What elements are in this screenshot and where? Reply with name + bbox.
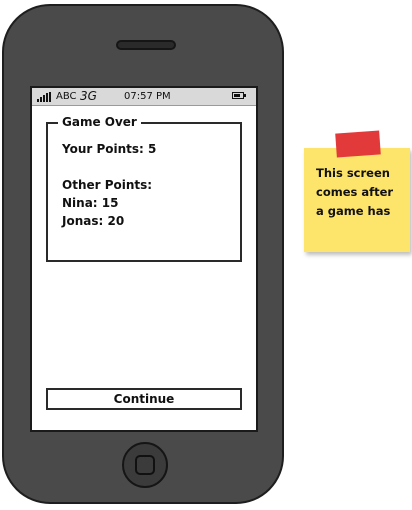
home-square-icon (135, 455, 155, 475)
player-score-nina: Nina: 15 (62, 196, 119, 210)
status-bar: ABC 3G 07:57 PM (32, 88, 256, 106)
note-line: a game has (316, 204, 391, 218)
your-points: Your Points: 5 (62, 142, 157, 156)
continue-button[interactable]: Continue (46, 388, 242, 410)
phone-frame: ABC 3G 07:57 PM Game Over Your Points: 5… (2, 4, 284, 504)
signal-strength-icon (37, 92, 53, 102)
status-time: 07:57 PM (124, 91, 171, 102)
network-type: 3G (80, 89, 97, 103)
battery-icon (232, 92, 246, 99)
panel-title: Game Over (58, 115, 141, 129)
tape-strip (335, 130, 381, 158)
home-button[interactable] (122, 442, 168, 488)
game-over-panel: Game Over Your Points: 5 Other Points: N… (46, 115, 242, 262)
other-points-label: Other Points: (62, 178, 153, 192)
note-line: comes after (316, 185, 394, 199)
player-score-jonas: Jonas: 20 (62, 214, 125, 228)
note-line: This screen (316, 166, 390, 180)
speaker-grille (116, 40, 176, 50)
sticky-note-text: This screen comes after a game has (316, 164, 404, 221)
sticky-note: This screen comes after a game has (304, 130, 410, 252)
panel-body: Your Points: 5 Other Points: Nina: 15 Jo… (62, 142, 156, 232)
carrier-name: ABC (56, 91, 77, 102)
phone-screen: ABC 3G 07:57 PM Game Over Your Points: 5… (30, 86, 258, 432)
